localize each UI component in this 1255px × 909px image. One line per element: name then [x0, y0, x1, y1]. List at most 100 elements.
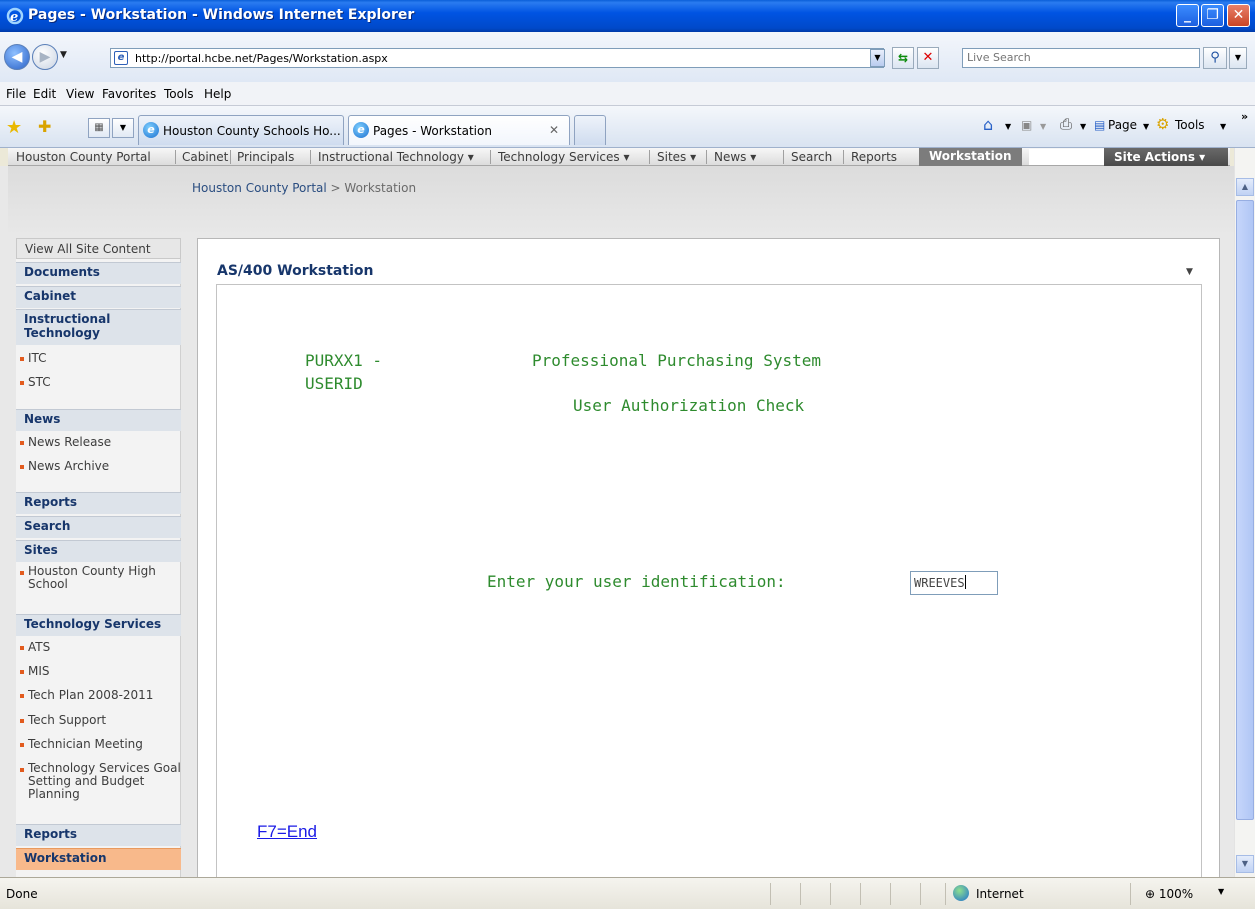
nav-workstation[interactable]: Workstation	[919, 148, 1022, 166]
address-url: http://portal.hcbe.net/Pages/Workstation…	[135, 52, 388, 65]
ql-mis[interactable]: MIS	[16, 664, 181, 684]
feeds-icon[interactable]: ▣	[1021, 118, 1032, 132]
ql-technology-services[interactable]: Technology Services	[16, 614, 181, 636]
breadcrumb-root-link[interactable]: Houston County Portal	[192, 181, 327, 195]
favorites-star-icon[interactable]: ★	[6, 117, 22, 138]
user-id-value: WREEVES	[914, 576, 965, 590]
ql-search[interactable]: Search	[16, 516, 181, 538]
ql-ats[interactable]: ATS	[16, 640, 181, 660]
ql-news-archive[interactable]: News Archive	[16, 459, 181, 479]
ql-documents[interactable]: Documents	[16, 262, 181, 284]
nav-cabinet[interactable]: Cabinet	[182, 150, 228, 164]
tab-list-icon[interactable]: ▼	[112, 118, 134, 138]
tab-bar: ★ ✚ ▦ ▼ e Houston County Schools Ho... e…	[0, 106, 1255, 148]
ql-technician-meeting[interactable]: Technician Meeting	[16, 737, 181, 757]
minimize-button[interactable]: _	[1176, 4, 1199, 27]
nav-reports[interactable]: Reports	[851, 150, 897, 164]
user-id-input[interactable]: WREEVES	[910, 571, 998, 595]
tools-menu[interactable]: Tools	[1175, 118, 1205, 132]
stop-button[interactable]: ✕	[917, 47, 939, 69]
nav-search[interactable]: Search	[791, 150, 832, 164]
ie-tab-icon: e	[353, 122, 369, 138]
ql-workstation[interactable]: Workstation	[16, 848, 181, 870]
ql-itc-label: ITC	[28, 351, 47, 365]
menu-edit[interactable]: Edit	[33, 87, 56, 101]
zoom-level[interactable]: ⊕ 100%	[1145, 887, 1193, 901]
nav-instructional-technology[interactable]: Instructional Technology ▾	[318, 150, 474, 164]
vertical-scrollbar[interactable]: ▲ ▼	[1234, 148, 1255, 877]
page-menu[interactable]: Page	[1108, 118, 1137, 132]
menu-favorites[interactable]: Favorites	[102, 87, 156, 101]
ql-tech-plan[interactable]: Tech Plan 2008-2011	[16, 688, 181, 708]
status-divider	[920, 883, 921, 905]
ql-stc[interactable]: STC	[16, 375, 181, 395]
ql-itc[interactable]: ITC	[16, 351, 181, 371]
feeds-dropdown-icon[interactable]: ▼	[1040, 122, 1046, 131]
print-icon[interactable]: ⎙	[1060, 115, 1072, 133]
ql-cabinet[interactable]: Cabinet	[16, 286, 181, 308]
nav-technology-services[interactable]: Technology Services ▾	[498, 150, 629, 164]
site-actions-menu[interactable]: Site Actions ▾	[1104, 148, 1228, 166]
menu-view[interactable]: View	[66, 87, 94, 101]
nav-houston-county-portal[interactable]: Houston County Portal	[16, 150, 151, 164]
maximize-button[interactable]: ❐	[1201, 4, 1224, 27]
zoom-dropdown-icon[interactable]: ▼	[1218, 887, 1224, 896]
back-arrow-icon: ◀	[11, 49, 23, 65]
menu-help[interactable]: Help	[204, 87, 231, 101]
search-icon[interactable]: ⚲	[1203, 47, 1227, 69]
print-dropdown-icon[interactable]: ▼	[1080, 122, 1086, 131]
status-divider	[800, 883, 801, 905]
close-button[interactable]: ✕	[1227, 4, 1250, 27]
ql-goal-setting[interactable]: Technology Services Goal Setting and Bud…	[16, 762, 181, 808]
ql-news-release-label: News Release	[28, 435, 112, 449]
search-options-icon[interactable]: ▼	[1229, 47, 1247, 69]
nav-news[interactable]: News ▾	[714, 150, 756, 164]
nav-principals[interactable]: Principals	[237, 150, 294, 164]
web-part-title: AS/400 Workstation	[217, 263, 374, 279]
refresh-button[interactable]: ⇆	[892, 47, 914, 69]
ql-instructional-technology[interactable]: Instructional Technology	[16, 309, 181, 345]
ql-reports-2[interactable]: Reports	[16, 824, 181, 846]
add-favorite-icon[interactable]: ✚	[38, 117, 51, 136]
search-input[interactable]	[967, 51, 1197, 64]
address-dropdown-icon[interactable]: ▼	[870, 49, 885, 67]
tab-houston-county-schools[interactable]: e Houston County Schools Ho...	[138, 115, 344, 145]
address-input[interactable]: e http://portal.hcbe.net/Pages/Workstati…	[110, 48, 884, 68]
menu-tools[interactable]: Tools	[164, 87, 194, 101]
f7-end-link[interactable]: F7=End	[257, 822, 317, 842]
back-button[interactable]: ◀	[4, 44, 30, 70]
search-box[interactable]	[962, 48, 1200, 68]
zoom-value: 100%	[1158, 887, 1194, 901]
home-dropdown-icon[interactable]: ▼	[1005, 122, 1011, 131]
bullet-icon	[20, 381, 24, 385]
tab-pages-workstation[interactable]: e Pages - Workstation ✕	[348, 115, 570, 145]
ql-news-release[interactable]: News Release	[16, 435, 181, 455]
internet-globe-icon	[953, 885, 969, 901]
scroll-down-icon[interactable]: ▼	[1236, 855, 1254, 873]
nav-sites[interactable]: Sites ▾	[657, 150, 696, 164]
new-tab-button[interactable]	[574, 115, 606, 145]
tools-gear-icon: ⚙	[1156, 115, 1170, 133]
forward-button[interactable]: ▶	[32, 44, 58, 70]
scroll-up-icon[interactable]: ▲	[1236, 178, 1254, 196]
ql-tech-support[interactable]: Tech Support	[16, 713, 181, 733]
tab-label: Pages - Workstation	[373, 124, 492, 138]
ql-news[interactable]: News	[16, 409, 181, 431]
status-divider	[945, 883, 946, 905]
breadcrumb: Houston County Portal > Workstation	[192, 181, 416, 195]
toolbar-overflow-icon[interactable]: »	[1241, 110, 1248, 123]
quick-tabs-icon[interactable]: ▦	[88, 118, 110, 138]
window-title-bar[interactable]: e Pages - Workstation - Windows Internet…	[0, 0, 1255, 32]
ql-houston-county-high-school[interactable]: Houston County High School	[16, 565, 181, 597]
tab-close-icon[interactable]: ✕	[549, 123, 559, 137]
security-zone[interactable]: Internet	[976, 887, 1024, 901]
web-part-menu-icon[interactable]: ▼	[1186, 267, 1193, 277]
menu-file[interactable]: File	[6, 87, 26, 101]
scroll-thumb[interactable]	[1236, 200, 1254, 820]
view-all-site-content[interactable]: View All Site Content	[16, 238, 181, 259]
history-dropdown-icon[interactable]: ▼	[60, 50, 67, 60]
home-icon[interactable]: ⌂	[983, 115, 993, 134]
status-divider	[1130, 883, 1131, 905]
ql-sites[interactable]: Sites	[16, 540, 181, 562]
ql-reports[interactable]: Reports	[16, 492, 181, 514]
